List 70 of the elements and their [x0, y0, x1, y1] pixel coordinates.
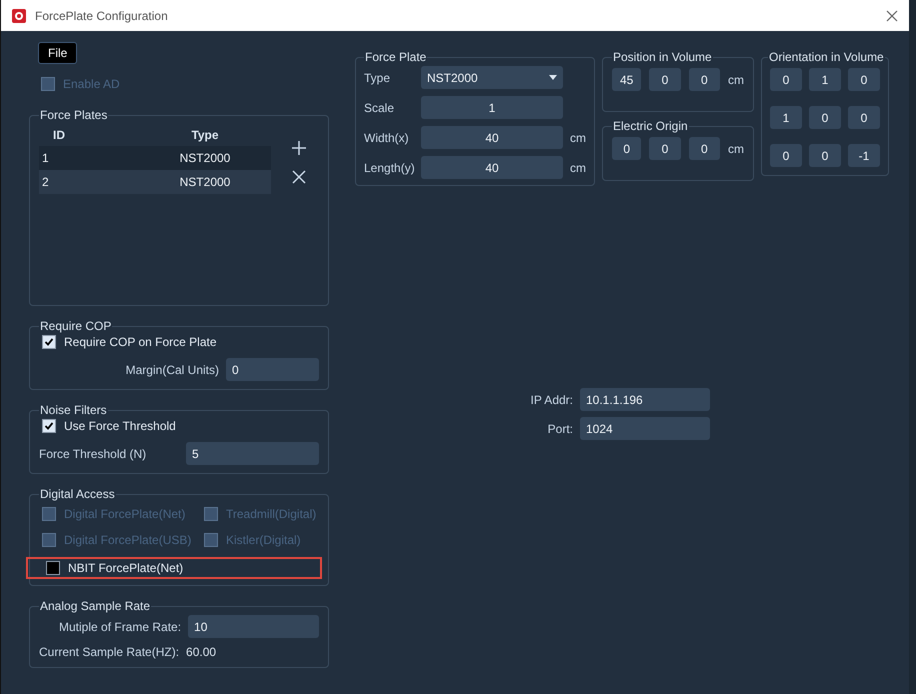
group-title: Position in Volume — [612, 50, 713, 64]
matrix-field[interactable]: 0 — [770, 144, 802, 167]
checkbox-label: NBIT ForcePlate(Net) — [68, 561, 184, 575]
field-label: Length(y) — [364, 160, 416, 174]
checkbox[interactable] — [42, 419, 56, 433]
checkbox[interactable] — [42, 335, 56, 349]
window-title: ForcePlate Configuration — [35, 8, 168, 22]
field-label: Mutiple of Frame Rate: — [59, 620, 182, 634]
number-field[interactable]: 0 — [688, 137, 720, 160]
file-menu-button[interactable]: File — [38, 42, 78, 64]
field-label: Force Threshold (N) — [39, 446, 146, 460]
add-icon[interactable] — [291, 140, 307, 156]
checkbox-label: Kistler(Digital) — [226, 533, 301, 547]
matrix-field[interactable]: 1 — [770, 106, 802, 129]
checkbox-label: Require COP on Force Plate — [64, 335, 217, 349]
matrix-field[interactable]: -1 — [848, 144, 880, 167]
input-field[interactable]: 10 — [188, 615, 319, 638]
number-field[interactable]: 0 — [688, 68, 720, 91]
remove-icon[interactable] — [291, 169, 307, 185]
checkbox-label: Enable AD — [63, 77, 120, 91]
checkbox-label: Use Force Threshold — [64, 419, 176, 433]
number-field[interactable]: 0 — [612, 137, 642, 160]
group-title: Noise Filters — [39, 403, 108, 417]
input-field[interactable]: 5 — [186, 442, 319, 465]
field-label: Port: — [546, 422, 573, 436]
matrix-field[interactable]: 0 — [848, 68, 880, 91]
table-row[interactable]: 2 NST2000 — [39, 170, 271, 194]
number-field[interactable]: 0 — [649, 68, 681, 91]
input-field[interactable]: 1 — [421, 96, 563, 119]
matrix-field[interactable]: 0 — [848, 106, 880, 129]
group-title: Analog Sample Rate — [39, 599, 152, 613]
input-field[interactable]: 1024 — [580, 417, 710, 440]
group-title: Force Plates — [39, 108, 108, 122]
field-label: Type — [364, 70, 392, 84]
matrix-field[interactable]: 0 — [770, 68, 802, 91]
column-header: Type — [190, 128, 220, 142]
number-field[interactable]: 0 — [649, 137, 681, 160]
field-label: IP Addr: — [530, 392, 573, 406]
sample-rate-value: 60.00 — [186, 645, 216, 659]
input-field[interactable]: 10.1.1.196 — [580, 388, 710, 411]
field-label: Margin(Cal Units) — [126, 362, 219, 376]
group-title: Require COP — [39, 319, 112, 333]
group-title: Electric Origin — [612, 119, 689, 133]
close-button[interactable] — [885, 8, 899, 22]
table-row[interactable]: 1 NST2000 — [39, 146, 271, 170]
number-field[interactable]: 45 — [612, 68, 642, 91]
unit-label: cm — [570, 130, 586, 144]
input-field[interactable]: 40 — [421, 126, 563, 149]
checkbox[interactable] — [46, 561, 60, 575]
input-field[interactable]: 0 — [226, 358, 319, 381]
group-title: Orientation in Volume — [768, 50, 885, 64]
group-title: Digital Access — [39, 487, 116, 501]
field-label: Current Sample Rate(HZ): — [39, 645, 180, 659]
group-title: Force Plate — [364, 50, 428, 64]
matrix-field[interactable]: 0 — [809, 106, 841, 129]
column-header: ID — [52, 128, 66, 142]
type-dropdown[interactable]: NST2000 — [421, 66, 563, 89]
unit-label: cm — [570, 160, 586, 174]
checkbox-label: Treadmill(Digital) — [226, 507, 316, 521]
unit-label: cm — [728, 72, 744, 86]
matrix-field[interactable]: 0 — [809, 144, 841, 167]
matrix-field[interactable]: 1 — [809, 68, 841, 91]
checkbox-label: Digital ForcePlate(Net) — [64, 507, 186, 521]
app-logo-icon — [11, 8, 27, 24]
field-label: Width(x) — [364, 130, 410, 144]
dropdown-arrow-icon — [549, 75, 557, 80]
input-field[interactable]: 40 — [421, 156, 563, 179]
unit-label: cm — [728, 142, 744, 156]
checkbox-label: Digital ForcePlate(USB) — [64, 533, 192, 547]
field-label: Scale — [364, 100, 396, 114]
